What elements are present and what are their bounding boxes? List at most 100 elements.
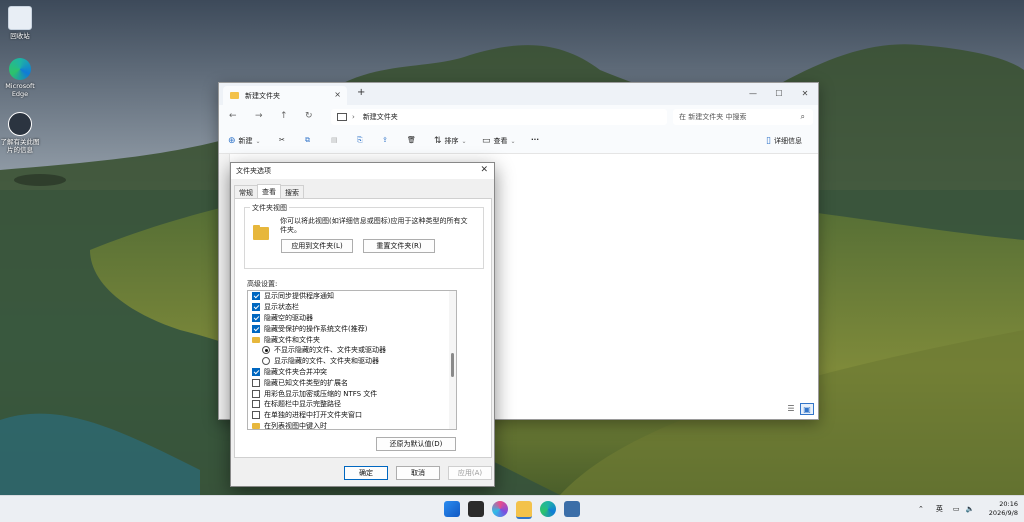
scrollbar-thumb[interactable] (451, 353, 454, 377)
checkbox-icon[interactable] (252, 367, 260, 376)
close-button[interactable]: ✕ (792, 83, 818, 103)
checkbox-icon[interactable] (252, 411, 260, 420)
advanced-setting-item[interactable]: 隐藏受保护的操作系统文件(推荐) (252, 323, 456, 334)
navigation-pane[interactable] (219, 154, 230, 419)
apply-button[interactable]: 应用(A) (448, 466, 492, 480)
edge-icon[interactable] (540, 501, 556, 517)
share-icon[interactable]: ⇪ (382, 136, 388, 144)
tiles-view-icon[interactable]: ▣ (800, 403, 814, 415)
advanced-setting-item[interactable]: 隐藏文件和文件夹 (252, 334, 456, 345)
copilot-icon[interactable] (492, 501, 508, 517)
up-arrow-icon[interactable]: ↑ (280, 111, 288, 121)
folder-views-group: 文件夹视图 你可以将此视图(如详细信息或图标)应用于这种类型的所有文件夹。 应用… (244, 203, 484, 269)
checkbox-icon[interactable] (252, 303, 260, 312)
advanced-setting-item[interactable]: 显示同步提供程序通知 (252, 291, 456, 302)
folder-views-title: 文件夹视图 (250, 203, 289, 213)
advanced-setting-item[interactable]: 在单独的进程中打开文件夹窗口 (252, 410, 456, 421)
more-options-button[interactable]: ··· (531, 136, 539, 144)
advanced-setting-label: 用彩色显示加密或压缩的 NTFS 文件 (264, 389, 378, 398)
address-input[interactable]: › 新建文件夹 (331, 109, 667, 125)
minimize-button[interactable]: — (740, 83, 766, 103)
advanced-setting-item[interactable]: 隐藏空的驱动器 (252, 313, 456, 324)
advanced-setting-item[interactable]: 隐藏已知文件类型的扩展名 (252, 377, 456, 388)
advanced-setting-label: 显示隐藏的文件、文件夹和驱动器 (274, 357, 379, 366)
checkbox-icon[interactable] (252, 292, 260, 301)
scrollbar[interactable] (449, 291, 456, 429)
sort-icon: ⇅ (434, 136, 442, 146)
advanced-setting-item[interactable]: 在列表视图中键入时 (252, 421, 456, 429)
edge-icon (9, 58, 31, 80)
sort-button[interactable]: ⇅ 排序 ⌄ (434, 136, 467, 146)
store-icon[interactable] (564, 501, 580, 517)
folder-icon (230, 92, 239, 99)
folder-views-description: 你可以将此视图(如详细信息或图标)应用于这种类型的所有文件夹。 (280, 217, 468, 234)
advanced-setting-item[interactable]: 显示隐藏的文件、文件夹和驱动器 (252, 356, 456, 367)
volume-icon[interactable]: 🔈 (966, 505, 975, 513)
checkbox-icon[interactable] (252, 378, 260, 387)
dialog-title: 文件夹选项 (236, 167, 271, 175)
desktop-icon-edge[interactable]: Microsoft Edge (0, 58, 44, 98)
dialog-title-bar: 文件夹选项 ✕ (231, 163, 494, 179)
address-bar-row: ← → ↑ ↻ › 新建文件夹 在 新建文件夹 中搜索 ⌕ (219, 105, 818, 129)
desktop-icon-label: 了解有关此图片的信息 (0, 138, 40, 154)
advanced-setting-item[interactable]: 不显示隐藏的文件、文件夹或驱动器 (252, 345, 456, 356)
search-icon: ⌕ (800, 112, 805, 121)
folder-icon (253, 225, 269, 240)
clock[interactable]: 20:16 2026/9/8 (989, 500, 1018, 518)
checkbox-icon[interactable] (252, 389, 260, 398)
back-arrow-icon[interactable]: ← (229, 111, 237, 121)
search-input[interactable]: 在 新建文件夹 中搜索 ⌕ (673, 109, 813, 125)
view-tab-page: 文件夹视图 你可以将此视图(如详细信息或图标)应用于这种类型的所有文件夹。 应用… (234, 198, 492, 458)
chevron-up-icon[interactable]: ⌃ (918, 505, 924, 513)
advanced-setting-item[interactable]: 在标题栏中显示完整路径 (252, 399, 456, 410)
plus-circle-icon: ⊕ (228, 136, 236, 146)
refresh-icon[interactable]: ↻ (305, 111, 313, 121)
desktop-icon-spotlight[interactable]: 了解有关此图片的信息 (0, 112, 44, 154)
advanced-settings-list[interactable]: 显示同步提供程序通知 显示状态栏 隐藏空的驱动器 隐藏受保护的操作系统文件(推荐) 隐藏… (247, 290, 457, 430)
advanced-setting-label: 不显示隐藏的文件、文件夹或驱动器 (274, 346, 386, 355)
advanced-setting-label: 隐藏受保护的操作系统文件(推荐) (264, 324, 368, 333)
desktop-icon-recycle-bin[interactable]: 回收站 (0, 6, 44, 40)
explorer-tab[interactable]: 新建文件夹 × (223, 86, 347, 105)
copy-icon[interactable]: ⧉ (305, 136, 310, 145)
ime-indicator[interactable]: 英 (936, 504, 943, 514)
address-path: 新建文件夹 (362, 113, 398, 121)
clock-date: 2026/9/8 (988, 509, 1018, 517)
checkbox-icon[interactable] (252, 324, 260, 333)
restore-defaults-button[interactable]: 还原为默认值(D) (376, 437, 456, 451)
radio-icon[interactable] (262, 346, 270, 355)
details-button[interactable]: ▯ 详细信息 (766, 136, 802, 146)
cut-icon[interactable]: ✂ (279, 136, 285, 144)
details-view-icon[interactable]: ☰ (785, 403, 797, 413)
file-explorer-icon[interactable] (516, 501, 532, 519)
tab-close-icon[interactable]: × (334, 90, 341, 99)
reset-folders-button[interactable]: 重置文件夹(R) (363, 239, 435, 253)
cancel-button[interactable]: 取消 (396, 466, 440, 480)
chevron-down-icon: ⌄ (461, 137, 467, 145)
command-bar: ⊕ 新建 ⌄ ✂ ⧉ ▤ ⎘ ⇪ 🗑 ⇅ 排序 ⌄ ▭ 查看 ⌄ ··· ▯ 详… (219, 129, 818, 154)
sort-label: 排序 (444, 137, 459, 145)
advanced-setting-item[interactable]: 用彩色显示加密或压缩的 NTFS 文件 (252, 388, 456, 399)
new-button[interactable]: ⊕ 新建 ⌄ (228, 136, 261, 146)
paste-icon[interactable]: ▤ (331, 136, 338, 144)
radio-icon[interactable] (262, 357, 270, 366)
advanced-setting-item[interactable]: 显示状态栏 (252, 302, 456, 313)
forward-arrow-icon[interactable]: → (255, 111, 263, 121)
desktop-icon-label: Microsoft Edge (5, 82, 35, 98)
dialog-close-button[interactable]: ✕ (480, 165, 488, 175)
delete-icon[interactable]: 🗑 (407, 136, 416, 144)
advanced-setting-item[interactable]: 隐藏文件夹合并冲突 (252, 367, 456, 378)
new-tab-button[interactable]: + (357, 87, 365, 98)
ok-button[interactable]: 确定 (344, 466, 388, 480)
view-button[interactable]: ▭ 查看 ⌄ (482, 136, 516, 146)
checkbox-icon[interactable] (252, 400, 260, 409)
apply-to-folders-button[interactable]: 应用到文件夹(L) (281, 239, 353, 253)
checkbox-icon[interactable] (252, 313, 260, 322)
rename-icon[interactable]: ⎘ (357, 136, 363, 145)
taskbar: ⌃ 英 ▭ 🔈 20:16 2026/9/8 (0, 495, 1024, 522)
maximize-button[interactable]: ☐ (766, 83, 792, 103)
task-view-icon[interactable] (468, 501, 484, 517)
explorer-tab-title: 新建文件夹 (245, 91, 280, 100)
start-windows-icon[interactable] (444, 501, 460, 517)
network-icon[interactable]: ▭ (953, 505, 960, 513)
